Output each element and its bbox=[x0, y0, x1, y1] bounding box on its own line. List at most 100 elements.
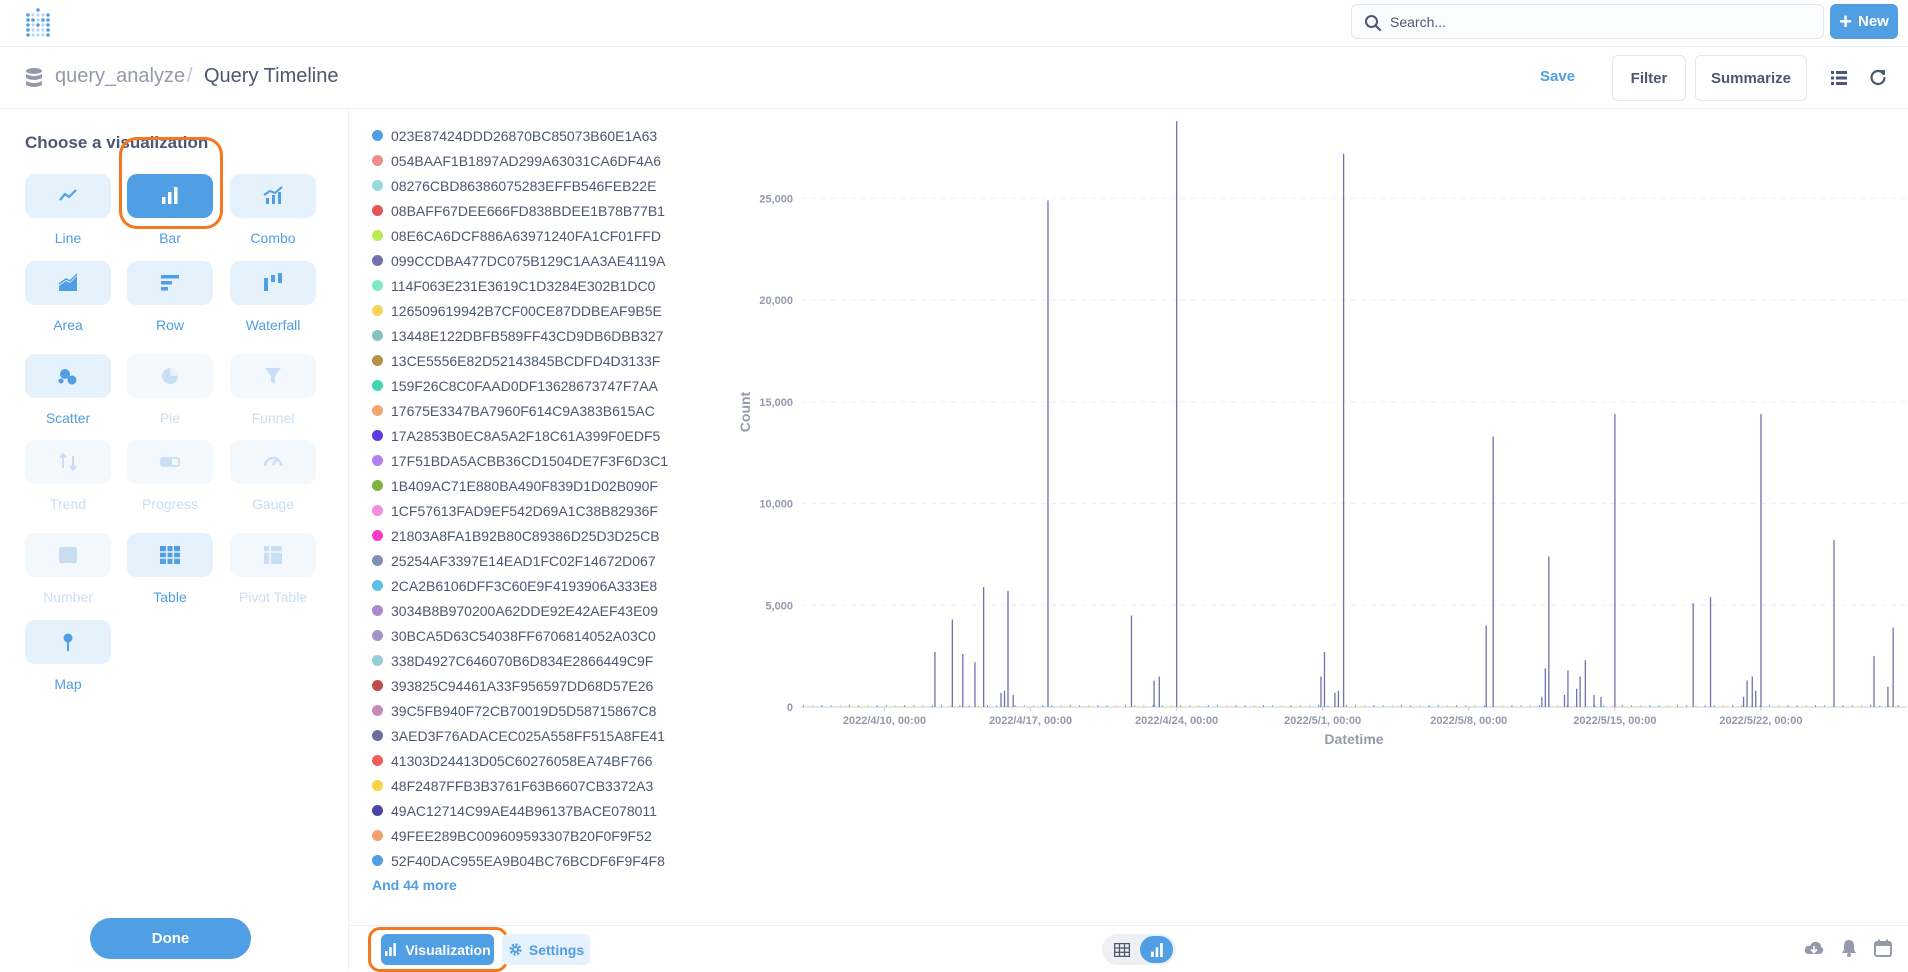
legend-item[interactable]: 393825C94461A33F956597DD68D57E26 bbox=[372, 673, 702, 698]
legend-item[interactable]: 52F40DAC955EA9B04BC76BCDF6F9F4F8 bbox=[372, 848, 702, 873]
viz-option-tile[interactable] bbox=[25, 620, 111, 664]
query-view-icon[interactable] bbox=[1830, 69, 1848, 87]
viz-option-row[interactable]: Row bbox=[126, 261, 214, 333]
calendar-icon[interactable] bbox=[1874, 939, 1892, 957]
bar bbox=[1153, 680, 1155, 707]
legend-item[interactable]: 21803A8FA1B92B80C89386D25D3D25CB bbox=[372, 523, 702, 548]
viz-option-tile[interactable] bbox=[25, 354, 111, 398]
viz-option-label: Pivot Table bbox=[238, 589, 308, 605]
viz-option-tile[interactable] bbox=[25, 261, 111, 305]
view-toggle[interactable] bbox=[1102, 934, 1176, 965]
viz-option-tile[interactable] bbox=[230, 533, 316, 577]
summarize-button[interactable]: Summarize bbox=[1695, 55, 1807, 101]
legend-item[interactable]: 08276CBD86386075283EFFB546FEB22E bbox=[372, 173, 702, 198]
legend-item-label: 08E6CA6DCF886A63971240FA1CF01FFD bbox=[391, 227, 662, 244]
legend-item[interactable]: 17675E3347BA7960F614C9A383B615AC bbox=[372, 398, 702, 423]
baseline-bar bbox=[1704, 705, 1706, 707]
baseline-bar bbox=[1373, 705, 1375, 707]
baseline-bar bbox=[1529, 705, 1531, 707]
breadcrumb-database[interactable]: query_analyze bbox=[55, 65, 185, 88]
gear-icon bbox=[509, 943, 522, 956]
viz-option-pivot-table: Pivot Table bbox=[229, 533, 317, 605]
legend-item[interactable]: 30BCA5D63C54038FF6706814052A03C0 bbox=[372, 623, 702, 648]
legend-more-link[interactable]: And 44 more bbox=[372, 877, 702, 893]
filter-button[interactable]: Filter bbox=[1612, 55, 1686, 101]
viz-option-area[interactable]: Area bbox=[24, 261, 112, 333]
bell-icon[interactable] bbox=[1840, 939, 1858, 957]
page-title[interactable]: Query Timeline bbox=[204, 65, 339, 88]
legend-item[interactable]: 49FEE289BC009609593307B20F0F9F52 bbox=[372, 823, 702, 848]
legend-item[interactable]: 126509619942B7CF00CE87DDBEAF9B5E bbox=[372, 298, 702, 323]
viz-option-tile[interactable] bbox=[127, 533, 213, 577]
bar bbox=[934, 652, 936, 707]
viz-option-combo[interactable]: Combo bbox=[229, 174, 317, 246]
viz-option-label: Gauge bbox=[251, 496, 295, 512]
viz-option-line[interactable]: Line bbox=[24, 174, 112, 246]
legend-item[interactable]: 39C5FB940F72CB70019D5D58715867C8 bbox=[372, 698, 702, 723]
legend-item[interactable]: 08E6CA6DCF886A63971240FA1CF01FFD bbox=[372, 223, 702, 248]
viz-option-tile[interactable] bbox=[127, 261, 213, 305]
legend-item[interactable]: 1B409AC71E880BA490F839D1D02B090F bbox=[372, 473, 702, 498]
legend-item-label: 393825C94461A33F956597DD68D57E26 bbox=[391, 677, 654, 694]
legend-item-label: 13448E122DBFB589FF43CD9DB6DBB327 bbox=[391, 327, 664, 344]
legend-item[interactable]: 3AED3F76ADACEC025A558FF515A8FE41 bbox=[372, 723, 702, 748]
legend-item-label: 17675E3347BA7960F614C9A383B615AC bbox=[391, 402, 655, 419]
settings-button[interactable]: Settings bbox=[502, 934, 590, 965]
legend-item[interactable]: 054BAAF1B1897AD299A63031CA6DF4A6 bbox=[372, 148, 702, 173]
viz-option-table[interactable]: Table bbox=[126, 533, 214, 605]
legend-item[interactable]: 3034B8B970200A62DDE92E42AEF43E09 bbox=[372, 598, 702, 623]
table-view-toggle[interactable] bbox=[1107, 937, 1137, 962]
viz-option-tile[interactable] bbox=[230, 261, 316, 305]
viz-option-scatter[interactable]: Scatter bbox=[24, 354, 112, 426]
legend-item[interactable]: 48F2487FFB3B3761F63B6607CB3372A3 bbox=[372, 773, 702, 798]
viz-option-tile[interactable] bbox=[230, 440, 316, 484]
legend-item[interactable]: 338D4927C646070B6D834E2866449C9F bbox=[372, 648, 702, 673]
viz-option-tile[interactable] bbox=[230, 354, 316, 398]
legend-item[interactable]: 25254AF3397E14EAD1FC02F14672D067 bbox=[372, 548, 702, 573]
done-button[interactable]: Done bbox=[90, 918, 251, 959]
baseline-bar bbox=[885, 705, 887, 707]
legend-item[interactable]: 1CF57613FAD9EF542D69A1C38B82936F bbox=[372, 498, 702, 523]
legend-item[interactable]: 023E87424DDD26870BC85073B60E1A63 bbox=[372, 123, 702, 148]
bar bbox=[1320, 676, 1322, 707]
legend-items: 023E87424DDD26870BC85073B60E1A63 054BAAF1… bbox=[372, 123, 702, 873]
legend-color-dot bbox=[372, 605, 383, 616]
legend-item[interactable]: 2CA2B6106DFF3C60E9F4193906A333E8 bbox=[372, 573, 702, 598]
search-input[interactable] bbox=[1390, 12, 1810, 32]
refresh-icon[interactable] bbox=[1869, 68, 1887, 86]
viz-option-map[interactable]: Map bbox=[24, 620, 112, 692]
viz-option-waterfall[interactable]: Waterfall bbox=[229, 261, 317, 333]
baseline-bar bbox=[1069, 705, 1071, 707]
legend-item[interactable]: 49AC12714C99AE44B96137BACE078011 bbox=[372, 798, 702, 823]
baseline-bar bbox=[1198, 705, 1200, 707]
viz-option-tile[interactable] bbox=[127, 440, 213, 484]
download-icon[interactable] bbox=[1804, 940, 1824, 958]
legend-item[interactable]: 17F51BDA5ACBB36CD1504DE7F3F6D3C1 bbox=[372, 448, 702, 473]
viz-option-label: Funnel bbox=[251, 410, 295, 426]
legend-item[interactable]: 13448E122DBFB589FF43CD9DB6DBB327 bbox=[372, 323, 702, 348]
viz-option-tile[interactable] bbox=[127, 354, 213, 398]
viz-option-tile[interactable] bbox=[230, 174, 316, 218]
metabase-logo-icon[interactable] bbox=[22, 8, 54, 40]
visualization-button-label: Visualization bbox=[405, 941, 491, 958]
viz-option-tile[interactable] bbox=[25, 174, 111, 218]
new-button[interactable]: + New bbox=[1830, 4, 1898, 39]
legend-item[interactable]: 114F063E231E3619C1D3284E302B1DC0 bbox=[372, 273, 702, 298]
legend-item[interactable]: 41303D24413D05C60276058EA74BF766 bbox=[372, 748, 702, 773]
search-box[interactable] bbox=[1351, 4, 1824, 39]
chart-view-toggle[interactable] bbox=[1140, 936, 1173, 963]
visualization-button[interactable]: Visualization bbox=[381, 934, 494, 965]
viz-option-tile[interactable] bbox=[25, 440, 111, 484]
legend-item[interactable]: 17A2853B0EC8A5A2F18C61A399F0EDF5 bbox=[372, 423, 702, 448]
table-icon bbox=[160, 546, 180, 564]
legend-item[interactable]: 099CCDBA477DC075B129C1AA3AE4119A bbox=[372, 248, 702, 273]
x-tick-label: 2022/5/8, 00:00 bbox=[1430, 715, 1507, 727]
legend-item[interactable]: 13CE5556E82D52143845BCDFD4D3133F bbox=[372, 348, 702, 373]
baseline-bar bbox=[1263, 705, 1264, 707]
save-button[interactable]: Save bbox=[1540, 68, 1575, 85]
legend-item-label: 08BAFF67DEE666FD838BDEE1B78B77B1 bbox=[391, 202, 665, 219]
legend-item-label: 21803A8FA1B92B80C89386D25D3D25CB bbox=[391, 527, 660, 544]
viz-option-tile[interactable] bbox=[25, 533, 111, 577]
legend-item[interactable]: 159F26C8C0FAAD0DF13628673747F7AA bbox=[372, 373, 702, 398]
legend-item[interactable]: 08BAFF67DEE666FD838BDEE1B78B77B1 bbox=[372, 198, 702, 223]
